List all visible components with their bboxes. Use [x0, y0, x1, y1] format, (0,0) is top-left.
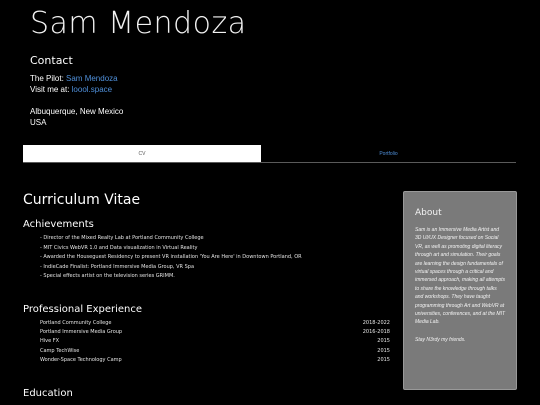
address-city: Albuquerque, New Mexico: [30, 107, 124, 116]
experience-org: Portland Immersive Media Group: [40, 328, 123, 335]
about-body: Sam is an Immersive Media Artist and 3D …: [415, 227, 506, 326]
about-tagline: Stay N3rdy my friends.: [415, 336, 466, 343]
experience-years: 2018-2022: [362, 319, 390, 326]
tab-cv[interactable]: CV: [23, 145, 261, 162]
contact-heading: Contact: [30, 54, 73, 67]
table-row: Wonder-Space Technology Camp 2015: [40, 355, 390, 364]
pilot-line: The Pilot: Sam Mendoza: [30, 73, 123, 84]
achievements-list: Director of the Mixed Realty Lab at Port…: [40, 234, 302, 282]
address: Albuquerque, New Mexico USA: [30, 106, 123, 128]
pilot-prefix: The Pilot:: [30, 74, 67, 83]
achievements-heading: Achievements: [23, 219, 94, 230]
experience-org: Hive FX: [40, 338, 60, 345]
tab-portfolio[interactable]: Portfolio: [261, 145, 516, 162]
table-row: Camp TechWise 2015: [40, 346, 390, 355]
list-item: MIT Civics WebVR 1.0 and Data visualizat…: [40, 244, 302, 254]
address-country: USA: [30, 118, 47, 127]
experience-org: Wonder-Space Technology Camp: [40, 356, 122, 363]
about-heading: About: [415, 208, 442, 218]
list-item: Special effects artist on the television…: [40, 272, 302, 282]
website-link[interactable]: loool.space: [72, 85, 112, 94]
experience-years: 2016-2018: [362, 328, 390, 335]
tab-bar: CV Portfolio: [23, 145, 516, 163]
visit-prefix: Visit me at:: [30, 85, 72, 94]
contact-section: Contact The Pilot: Sam Mendoza Visit me …: [30, 54, 123, 128]
table-row: Portland Community College 2018-2022: [40, 318, 390, 327]
pilot-link[interactable]: Sam Mendoza: [66, 74, 118, 83]
education-heading: Education: [23, 388, 73, 399]
table-row: Portland Immersive Media Group 2016-2018: [40, 327, 390, 336]
experience-org: Camp TechWise: [40, 347, 80, 354]
table-row: Hive FX 2015: [40, 337, 390, 346]
list-item: Director of the Mixed Realty Lab at Port…: [40, 234, 302, 244]
about-panel: About Sam is an Immersive Media Artist a…: [403, 191, 517, 390]
cv-title: Curriculum Vitae: [23, 192, 141, 208]
experience-years: 2015: [377, 338, 390, 345]
list-item: IndieCade Finalist: Portland Immersive M…: [40, 263, 302, 273]
experience-org: Portland Community College: [40, 319, 112, 326]
experience-heading: Professional Experience: [23, 304, 143, 315]
experience-years: 2015: [377, 356, 390, 363]
page-title: Sam Mendoza: [30, 6, 247, 41]
experience-years: 2015: [377, 347, 390, 354]
visit-line: Visit me at: loool.space: [30, 84, 123, 95]
list-item: Awarded the Houseguest Residency to pres…: [40, 253, 301, 263]
experience-table: Portland Community College 2018-2022 Por…: [40, 318, 390, 364]
